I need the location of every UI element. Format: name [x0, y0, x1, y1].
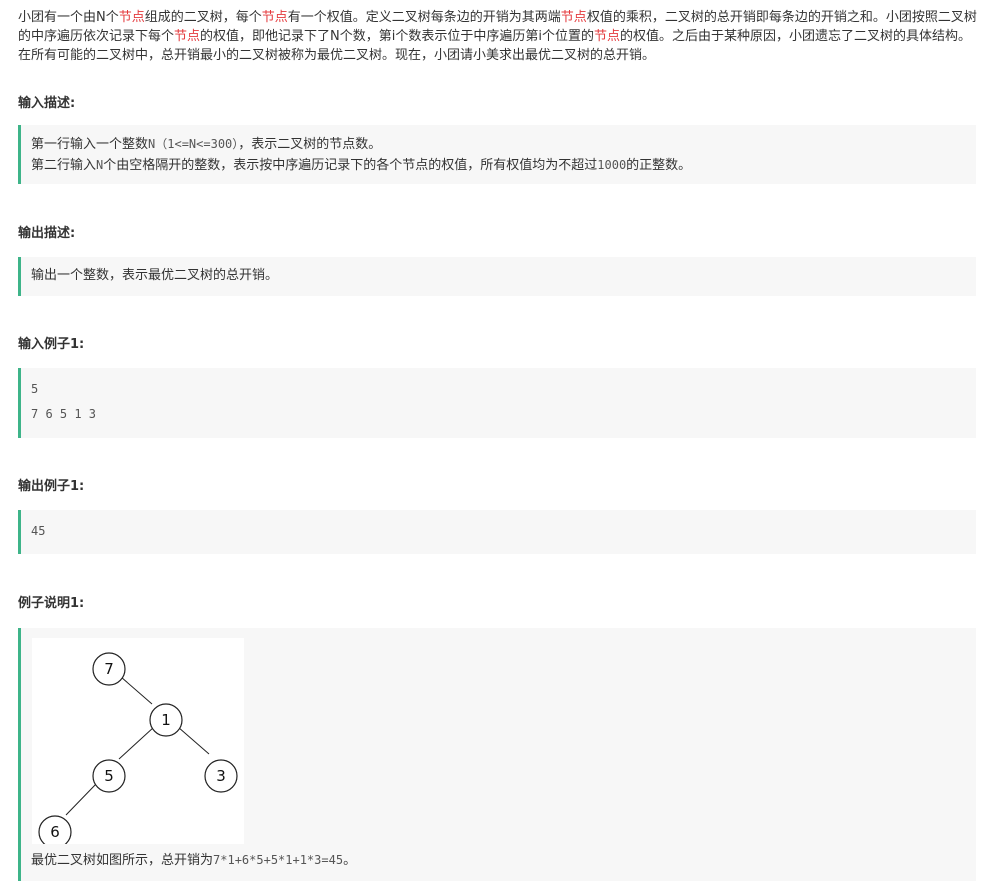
intro-text: 小团有一个由N个 — [18, 10, 119, 25]
intro-text: 的权值，即他记录下了N个数，第i个数表示位于中序遍历第i个位置的 — [200, 29, 594, 44]
input-example-line-1: 5 — [31, 382, 39, 396]
tree-node-label: 7 — [104, 660, 114, 678]
inline-code: 1000 — [597, 158, 627, 172]
highlight-term: 节点 — [560, 10, 587, 25]
intro-text: 组成的二叉树，每个 — [144, 10, 262, 25]
binary-tree-image: 7 1 5 3 6 — [32, 638, 244, 849]
highlight-term: 节点 — [261, 10, 288, 25]
highlight-term: 节点 — [593, 29, 620, 44]
tree-edge — [118, 726, 155, 760]
output-description-text: 输出一个整数，表示最优二叉树的总开销。 — [31, 268, 279, 283]
binary-tree-diagram: 7 1 5 3 6 — [38, 652, 238, 849]
tree-node-label: 3 — [216, 767, 226, 785]
output-example-block: 45 — [18, 510, 976, 554]
explanation-title: 例子说明1: — [18, 596, 85, 611]
problem-page: 小团有一个由N个节点组成的二叉树，每个节点有一个权值。定义二叉树每条边的开销为其… — [0, 0, 994, 881]
explanation-text: 最优二叉树如图所示，总开销为7*1+6*5+5*1+1*3=45。 — [31, 853, 357, 868]
problem-description: 小团有一个由N个节点组成的二叉树，每个节点有一个权值。定义二叉树每条边的开销为其… — [18, 8, 978, 65]
tree-edge — [120, 676, 153, 705]
inline-code: N（1<=N<=300） — [148, 137, 239, 151]
tree-edge — [65, 782, 98, 816]
input-example-line-2: 7 6 5 1 3 — [31, 407, 97, 421]
input-example-block: 5 7 6 5 1 3 — [18, 368, 976, 438]
tree-node-label: 1 — [161, 711, 171, 729]
inline-code: 7*1+6*5+5*1+1*3=45 — [213, 853, 344, 867]
tree-node-label: 5 — [104, 767, 114, 785]
intro-text: 有一个权值。定义二叉树每条边的开销为其两端 — [287, 10, 561, 25]
output-description-block: 输出一个整数，表示最优二叉树的总开销。 — [18, 257, 976, 296]
tree-edge — [177, 726, 210, 755]
tree-node-label: 6 — [50, 823, 60, 841]
output-example-title: 输出例子1: — [18, 479, 85, 494]
input-description-line-2: 第二行输入N个由空格隔开的整数，表示按中序遍历记录下的各个节点的权值，所有权值均… — [31, 158, 692, 173]
input-description-line-1: 第一行输入一个整数N（1<=N<=300），表示二叉树的节点数。 — [31, 137, 382, 152]
input-description-title: 输入描述: — [18, 96, 76, 111]
output-description-title: 输出描述: — [18, 226, 76, 241]
highlight-term: 节点 — [174, 29, 201, 44]
input-description-block: 第一行输入一个整数N（1<=N<=300），表示二叉树的节点数。 第二行输入N个… — [18, 125, 976, 184]
explanation-block: 7 1 5 3 6 最优二叉树如图所示，总开销为7*1+6*5+5*1+1*3=… — [18, 628, 976, 881]
highlight-term: 节点 — [118, 10, 145, 25]
input-example-title: 输入例子1: — [18, 337, 85, 352]
output-example-value: 45 — [31, 524, 46, 538]
